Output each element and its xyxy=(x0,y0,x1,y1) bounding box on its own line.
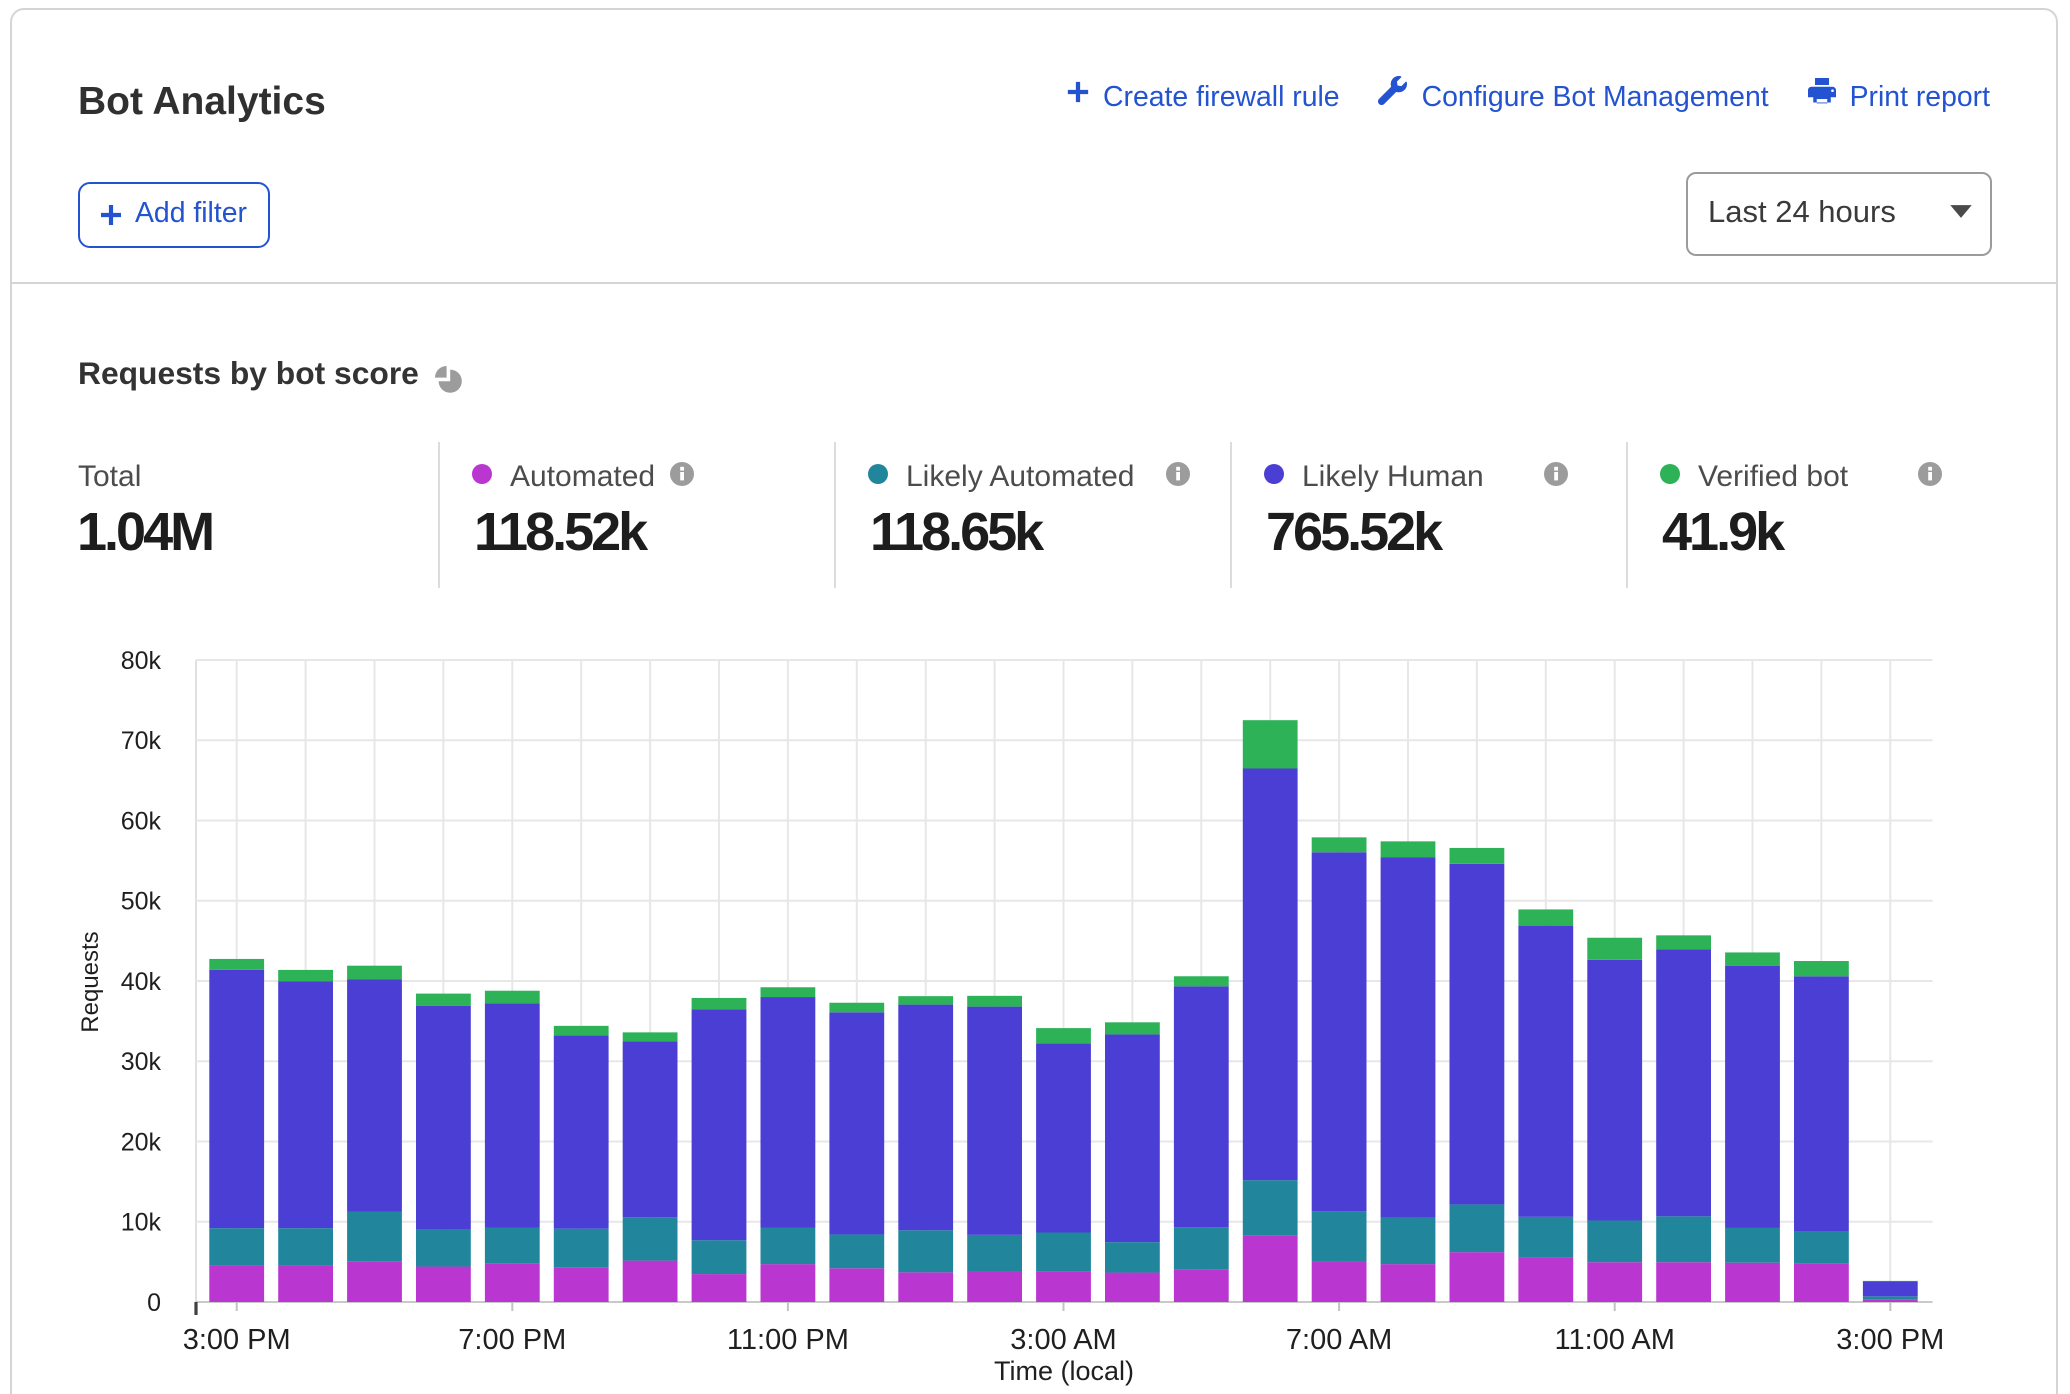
svg-text:11:00 AM: 11:00 AM xyxy=(1555,1324,1675,1356)
svg-text:60k: 60k xyxy=(121,807,162,835)
svg-text:7:00 PM: 7:00 PM xyxy=(458,1324,566,1356)
svg-text:40k: 40k xyxy=(121,968,162,996)
svg-text:30k: 30k xyxy=(121,1048,162,1076)
svg-text:70k: 70k xyxy=(121,727,162,755)
svg-text:80k: 80k xyxy=(121,647,162,675)
svg-text:20k: 20k xyxy=(121,1128,162,1156)
svg-text:3:00 PM: 3:00 PM xyxy=(183,1324,291,1356)
svg-text:3:00 AM: 3:00 AM xyxy=(1010,1324,1116,1356)
svg-text:Time (local): Time (local) xyxy=(994,1356,1134,1386)
svg-text:0: 0 xyxy=(147,1289,161,1317)
svg-text:Requests: Requests xyxy=(77,931,104,1032)
svg-text:7:00 AM: 7:00 AM xyxy=(1286,1324,1392,1356)
svg-text:10k: 10k xyxy=(121,1209,162,1237)
svg-text:11:00 PM: 11:00 PM xyxy=(727,1324,849,1356)
svg-text:50k: 50k xyxy=(121,888,162,916)
svg-text:3:00 PM: 3:00 PM xyxy=(1836,1324,1944,1356)
